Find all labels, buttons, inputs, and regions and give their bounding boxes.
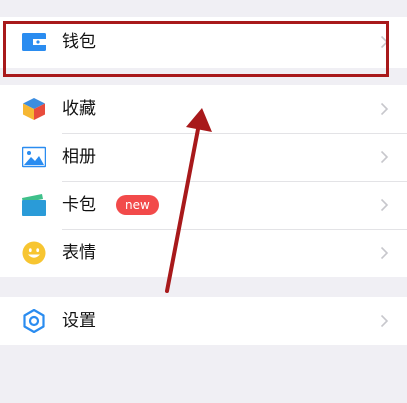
chevron-right-icon <box>380 198 389 212</box>
menu-group-main: 收藏 相册 卡包 new 表情 <box>0 85 407 277</box>
menu-item-favorites[interactable]: 收藏 <box>0 85 407 133</box>
menu-item-label: 卡包 <box>62 195 96 215</box>
picture-icon <box>22 146 46 168</box>
menu-group-settings: 设置 <box>0 297 407 345</box>
chevron-right-icon <box>380 102 389 116</box>
menu-item-label: 收藏 <box>62 99 96 119</box>
menu-item-label: 相册 <box>62 147 96 167</box>
highlight-box <box>3 21 389 77</box>
menu-item-label: 表情 <box>62 243 96 263</box>
chevron-right-icon <box>380 246 389 260</box>
menu-item-stickers[interactable]: 表情 <box>0 229 407 277</box>
menu-item-album[interactable]: 相册 <box>0 133 407 181</box>
card-icon <box>22 194 46 216</box>
menu-item-cards[interactable]: 卡包 new <box>0 181 407 229</box>
cube-icon <box>23 98 45 120</box>
new-badge: new <box>116 195 159 215</box>
chevron-right-icon <box>380 150 389 164</box>
chevron-right-icon <box>380 314 389 328</box>
menu-item-label: 设置 <box>62 311 96 331</box>
gear-icon <box>23 309 45 333</box>
smiley-icon <box>22 241 46 265</box>
menu-item-settings[interactable]: 设置 <box>0 297 407 345</box>
